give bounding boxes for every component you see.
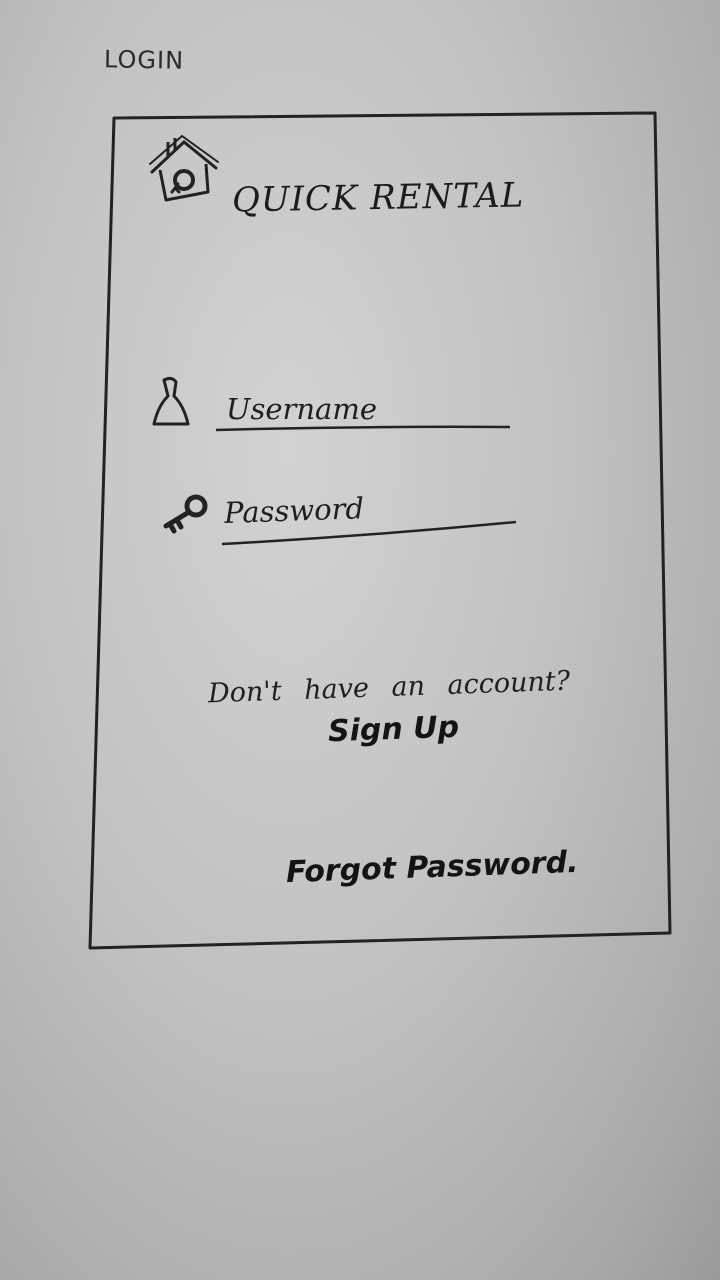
key-icon <box>163 494 208 534</box>
screen-title: LOGIN <box>103 45 185 75</box>
app-name: QUICK RENTAL <box>231 175 525 221</box>
forgot-password-link[interactable]: Forgot Password. <box>285 845 579 890</box>
user-icon <box>152 376 190 426</box>
house-key-icon <box>149 134 219 202</box>
username-input[interactable] <box>226 388 508 430</box>
signup-prompt: Don't have an account? <box>207 665 571 710</box>
password-input[interactable] <box>223 480 515 536</box>
sign-up-link[interactable]: Sign Up <box>327 710 459 750</box>
